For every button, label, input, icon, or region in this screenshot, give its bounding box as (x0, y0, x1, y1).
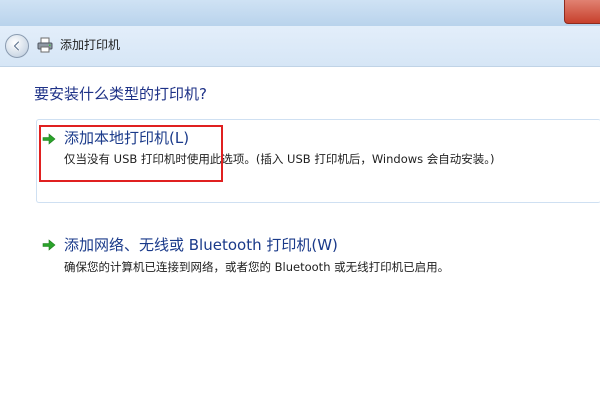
back-button[interactable] (5, 34, 29, 58)
option-network-printer-title[interactable]: 添加网络、无线或 Bluetooth 打印机(W) (64, 234, 338, 255)
back-arrow-icon (13, 40, 20, 52)
option-network-printer-description: 确保您的计算机已连接到网络，或者您的 Bluetooth 或无线打印机已启用。 (64, 260, 450, 274)
red-highlight-annotation (39, 125, 223, 182)
close-button[interactable] (564, 0, 600, 24)
wizard-content: 要安装什么类型的打印机? 添加本地打印机(L) 仅当没有 USB 打印机时使用此… (0, 67, 600, 400)
printer-icon (37, 37, 53, 53)
page-question: 要安装什么类型的打印机? (34, 85, 207, 103)
green-arrow-icon (42, 239, 56, 251)
window-title: 添加打印机 (60, 38, 121, 52)
window-titlebar (0, 0, 600, 27)
navigation-bar: 添加打印机 (0, 26, 600, 67)
